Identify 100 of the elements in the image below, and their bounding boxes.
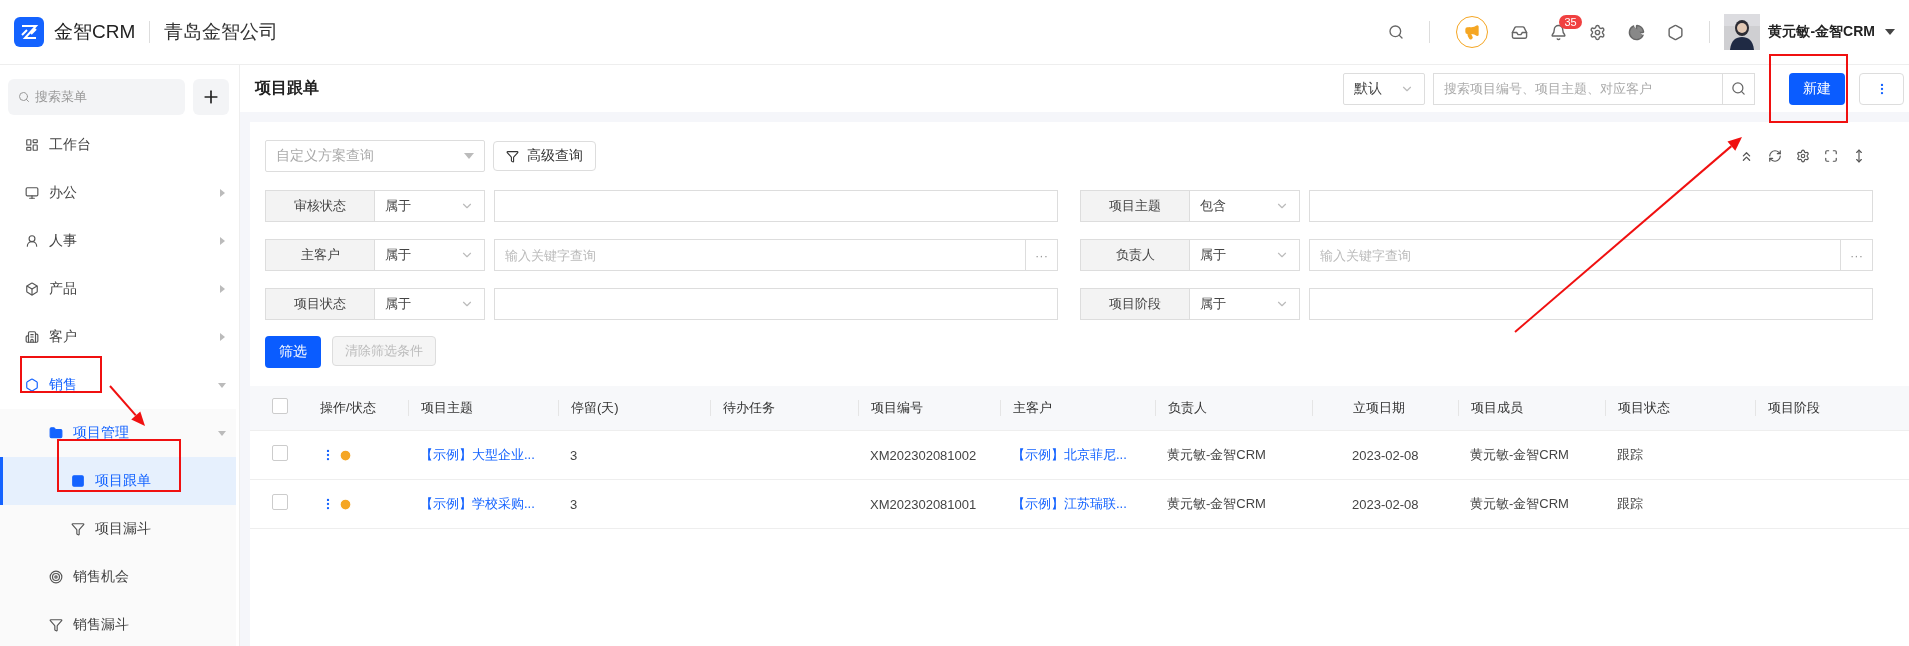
table-cell-text: 黄元敏-金智CRM (1166, 495, 1267, 513)
search-icon (18, 91, 30, 103)
sidebar-item[interactable]: 项目跟单 (0, 457, 236, 505)
column-header: 主客户 (1000, 400, 1155, 416)
column-header: 项目编号 (858, 400, 1000, 416)
table-link[interactable]: 【示例】北京菲尼... (1000, 446, 1155, 464)
view-select[interactable]: 默认 (1343, 72, 1425, 105)
operator-select[interactable]: 属于 (375, 239, 485, 271)
operator-select[interactable]: 属于 (375, 288, 485, 320)
settings-icon[interactable] (1589, 23, 1607, 41)
search-icon[interactable] (1388, 24, 1405, 40)
column-header: 操作/状态 (319, 400, 377, 416)
company-name: 青岛金智公司 (164, 20, 279, 44)
condition-label: 项目状态 (265, 288, 375, 320)
sidebar-item[interactable]: 办公 (0, 169, 236, 217)
caret-right-icon (218, 285, 226, 293)
logo-icon (14, 17, 44, 47)
table-cell-text: XM202302081001 (869, 496, 978, 512)
operator-select[interactable]: 属于 (1190, 288, 1300, 320)
column-header: 立项日期 (1312, 400, 1458, 416)
menu-icon (25, 138, 39, 152)
condition-field[interactable]: 输入关键字查询 (494, 239, 1026, 271)
column-header: 停留(天) (558, 400, 710, 416)
caret-down-icon (218, 429, 226, 437)
menu-icon (71, 522, 85, 536)
condition-label: 负责人 (1080, 239, 1190, 271)
menu-icon (25, 186, 39, 200)
brand-name: 金智CRM (54, 20, 136, 44)
table-cell-text: 黄元敏-金智CRM (1469, 446, 1570, 464)
table-cell-text: 3 (569, 447, 579, 463)
table-cell-text: 2023-02-08 (1351, 447, 1420, 463)
refresh-icon[interactable] (1768, 148, 1782, 163)
column-header: 负责人 (1155, 400, 1312, 416)
column-header: 待办任务 (710, 400, 858, 416)
sidebar-item[interactable]: 销售漏斗 (0, 601, 236, 646)
table-cell-text: 跟踪 (1616, 495, 1644, 513)
search-icon (1731, 81, 1746, 96)
column-header: 项目成员 (1458, 400, 1605, 416)
menu-icon (71, 474, 85, 488)
checkbox[interactable] (272, 398, 288, 414)
column-header: 项目状态 (1605, 400, 1755, 416)
table-link[interactable]: 【示例】大型企业... (408, 446, 558, 464)
checkbox[interactable] (272, 494, 288, 510)
caret-right-icon (218, 237, 226, 245)
caret-down-icon (218, 381, 226, 389)
table-cell-text: 黄元敏-金智CRM (1166, 446, 1267, 464)
pie-chart-icon[interactable] (1628, 23, 1646, 41)
menu-icon (25, 234, 39, 248)
caret-down-icon (464, 152, 474, 160)
notification-badge: 35 (1559, 14, 1582, 29)
sidebar-item[interactable]: 销售 (0, 361, 236, 409)
menu-icon (49, 570, 63, 584)
table-link[interactable]: 【示例】江苏瑞联... (1000, 495, 1155, 513)
menu-icon (49, 618, 63, 632)
sidebar-item[interactable]: 销售机会 (0, 553, 236, 601)
menu-icon (25, 378, 39, 392)
checkbox[interactable] (272, 445, 288, 461)
sidebar-item[interactable]: 客户 (0, 313, 236, 361)
table-cell-text: 跟踪 (1616, 446, 1644, 464)
fullscreen-icon[interactable] (1824, 148, 1838, 163)
annotation-arrow (109, 385, 145, 426)
column-header: 项目阶段 (1755, 400, 1909, 416)
sidebar-item[interactable]: 产品 (0, 265, 236, 313)
sidebar-item[interactable]: 人事 (0, 217, 236, 265)
add-button[interactable] (193, 79, 229, 115)
caret-right-icon (218, 189, 226, 197)
condition-label: 审核状态 (265, 190, 375, 222)
megaphone-icon (1464, 24, 1481, 40)
table-cell-text: 2023-02-08 (1351, 496, 1420, 512)
condition-field[interactable] (1309, 190, 1873, 222)
settings-icon[interactable] (1796, 148, 1810, 163)
inbox-icon[interactable] (1511, 23, 1529, 41)
filter-icon (506, 149, 519, 163)
search-button[interactable] (1723, 72, 1755, 105)
menu-icon (25, 282, 39, 296)
menu-icon (49, 426, 63, 440)
table-cell-text: 3 (569, 496, 579, 512)
user-name[interactable]: 黄元敏-金智CRM (1768, 23, 1875, 41)
filter-button[interactable]: 筛选 (265, 336, 321, 368)
condition-field[interactable] (494, 190, 1058, 222)
advanced-query-button[interactable]: 高级查询 (493, 141, 596, 171)
condition-label: 项目主题 (1080, 190, 1190, 222)
page-title: 项目跟单 (255, 78, 320, 98)
condition-field[interactable] (1309, 288, 1873, 320)
operator-select[interactable]: 包含 (1190, 190, 1300, 222)
caret-right-icon (218, 333, 226, 341)
table-cell-text: 黄元敏-金智CRM (1469, 495, 1570, 513)
sidebar-item[interactable]: 项目管理 (0, 409, 236, 457)
condition-field[interactable] (494, 288, 1058, 320)
operator-select[interactable]: 属于 (375, 190, 485, 222)
table-link[interactable]: 【示例】学校采购... (408, 495, 558, 513)
new-button[interactable]: 新建 (1789, 72, 1845, 105)
caret-down-icon[interactable] (1885, 28, 1895, 36)
column-header: 项目主题 (408, 400, 558, 416)
condition-label: 主客户 (265, 239, 375, 271)
condition-field[interactable]: 输入关键字查询 (1309, 239, 1841, 271)
hexagon-icon[interactable] (1667, 23, 1685, 41)
sidebar-item[interactable]: 项目漏斗 (0, 505, 236, 553)
operator-select[interactable]: 属于 (1190, 239, 1300, 271)
sidebar-item[interactable]: 工作台 (0, 121, 236, 169)
